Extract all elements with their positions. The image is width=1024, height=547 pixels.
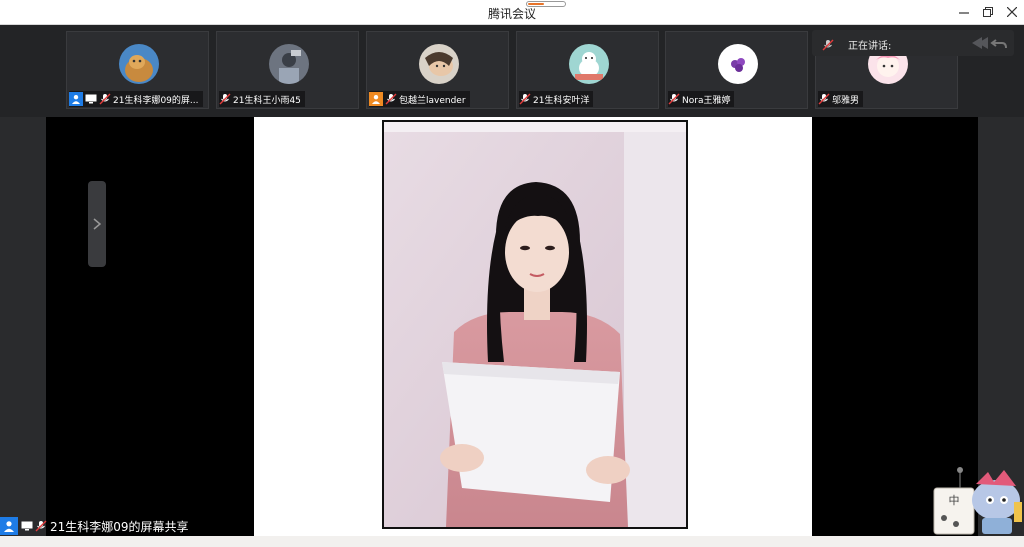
strip-nav [970,35,1008,55]
side-panel-toggle[interactable] [88,181,106,267]
arrow-left-icon[interactable] [970,35,988,55]
screen-share-label: 21生科李娜09的屏幕共享 [50,519,189,534]
mic-muted-icon [385,93,397,105]
participant-name: Nora王雅婷 [682,95,731,106]
avatar [569,44,609,84]
speaking-indicator: 正在讲话: [812,30,1014,56]
mic-muted-icon [818,93,830,105]
close-button[interactable] [998,0,1024,24]
participant-name: 21生科安叶洋 [533,95,590,106]
shared-video-frame [382,120,688,529]
window-title: 腾讯会议 [487,7,536,21]
participant-name: 包越兰lavender [399,95,466,106]
speaking-label: 正在讲话: [848,41,892,52]
nameplate: Nora王雅婷 [668,91,735,107]
nameplate: 21生科李娜09的屏... [69,91,203,107]
undo-arrow-icon[interactable] [990,35,1008,55]
close-icon [1007,7,1017,17]
mic-muted-icon [668,93,680,105]
participant-tile[interactable]: 21生科安叶洋 [516,31,659,109]
avatar [119,44,159,84]
mic-muted-icon [822,36,834,55]
mic-muted-icon [219,93,231,105]
participant-tile[interactable]: Nora王雅婷 [665,31,808,109]
avatar [269,44,309,84]
chevron-right-icon [93,218,101,230]
mic-muted-icon [99,93,111,105]
minimize-icon [959,12,969,14]
mic-muted-icon [35,520,47,532]
nameplate: 21生科王小雨45 [219,91,305,107]
meeting-window: 腾讯会议 21生科李娜09的屏... 21生科王小雨45 包越兰lavender… [0,0,1024,547]
host-user-icon [369,92,383,106]
nameplate: 21生科安叶洋 [519,91,594,107]
sticker-char: 中 [949,494,960,507]
sticker-overlay: 中 [930,462,1024,536]
bottom-edge [0,536,1024,547]
participant-name: 21生科王小雨45 [233,95,301,106]
shared-video [384,122,686,527]
nameplate: 邬雅男 [818,91,864,107]
participant-name: 邬雅男 [832,95,860,106]
avatar [419,44,459,84]
restore-icon [983,7,993,17]
host-user-icon [69,92,83,106]
participant-tile[interactable]: 21生科王小雨45 [216,31,359,109]
avatar [718,44,758,84]
participant-tile[interactable]: 21生科李娜09的屏... [66,31,209,109]
participant-tile[interactable]: 包越兰lavender [366,31,509,109]
title-bar: 腾讯会议 [0,0,1024,25]
mic-muted-icon [519,93,531,105]
host-user-icon [0,517,18,535]
participant-name: 21生科李娜09的屏... [113,95,199,106]
nameplate: 包越兰lavender [369,91,470,107]
screen-share-bar: 21生科李娜09的屏幕共享 [0,516,189,536]
main-stage [0,117,1024,536]
screen-share-icon [85,94,97,104]
screen-share-icon [21,521,33,531]
